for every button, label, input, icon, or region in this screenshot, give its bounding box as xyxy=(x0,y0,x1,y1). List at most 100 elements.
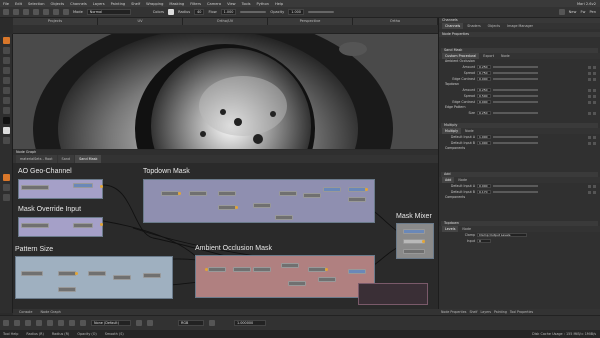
node-geo-channel-out[interactable] xyxy=(73,183,93,188)
tab-ortho-uv[interactable]: Ortho/UV xyxy=(183,18,268,25)
param-value[interactable]: 0.250 xyxy=(477,87,491,93)
menu-masking[interactable]: Masking xyxy=(169,2,184,6)
param-slider[interactable] xyxy=(493,78,538,80)
node-topdown-i[interactable] xyxy=(348,187,366,192)
opacity-slider[interactable] xyxy=(307,11,334,13)
node-topdown-j[interactable] xyxy=(348,197,366,202)
node-graph-minimap[interactable] xyxy=(358,283,428,305)
tab-objects[interactable]: Objects xyxy=(485,23,503,29)
output-port[interactable] xyxy=(100,185,103,188)
tab-perspective[interactable]: Perspective xyxy=(268,18,353,25)
output-port[interactable] xyxy=(422,240,425,243)
node-topdown-h[interactable] xyxy=(323,187,341,192)
menu-shelf[interactable]: Shelf xyxy=(131,2,140,6)
reset-icon[interactable] xyxy=(593,111,596,115)
opacity-field[interactable]: 1.000 xyxy=(288,9,304,15)
reset-icon[interactable] xyxy=(593,94,596,98)
paint-through-tool-icon[interactable] xyxy=(3,57,10,64)
node-topdown-a[interactable] xyxy=(161,191,179,196)
menu-selection[interactable]: Selection xyxy=(28,2,45,6)
tab-multiply[interactable]: Multiply xyxy=(442,128,462,134)
node-mask-input-out[interactable] xyxy=(73,223,93,228)
blur-tool-icon[interactable] xyxy=(3,77,10,84)
keyframe-icon[interactable] xyxy=(588,190,591,194)
foreground-color-icon[interactable] xyxy=(3,117,10,124)
menu-python[interactable]: Python xyxy=(256,2,268,6)
node-pattern-a[interactable] xyxy=(21,271,43,276)
tab-node[interactable]: Node xyxy=(498,53,513,59)
background-color-icon[interactable] xyxy=(3,127,10,134)
param-value[interactable]: 1.000 xyxy=(477,140,491,146)
circle-tool-icon[interactable] xyxy=(69,320,75,326)
zoom-tool-icon[interactable] xyxy=(3,184,10,191)
new-layer-icon[interactable] xyxy=(558,9,565,15)
tab-projects[interactable]: Projects xyxy=(13,18,98,25)
param-slider[interactable] xyxy=(493,185,538,187)
node-pattern-c[interactable] xyxy=(88,271,106,276)
menu-view[interactable]: View xyxy=(227,2,236,6)
param-slider[interactable] xyxy=(493,101,538,103)
node-mask-mixer-out[interactable] xyxy=(403,249,425,254)
keyframe-icon[interactable] xyxy=(588,100,591,104)
node-ao-e[interactable] xyxy=(308,267,326,272)
menu-camera[interactable]: Camera xyxy=(207,2,221,6)
node-mask-input[interactable] xyxy=(21,223,49,228)
tab-image-manager[interactable]: Image Manager xyxy=(504,23,536,29)
param-slider[interactable] xyxy=(493,136,538,138)
tab-uv[interactable]: UV xyxy=(98,18,183,25)
node-pattern-e[interactable] xyxy=(143,273,161,278)
node-graph-tool-icon[interactable] xyxy=(3,174,10,181)
transform-tool-icon[interactable] xyxy=(3,87,10,94)
node-ao-f[interactable] xyxy=(348,269,366,274)
save-icon[interactable] xyxy=(23,9,29,15)
output-port[interactable] xyxy=(75,272,78,275)
node-ao-g[interactable] xyxy=(288,281,306,286)
tab-levels[interactable]: Levels xyxy=(442,226,459,232)
toolbar-right-new[interactable]: New xyxy=(569,10,577,14)
param-slider[interactable] xyxy=(493,112,538,114)
param-value[interactable]: 0.000 xyxy=(477,76,491,82)
output-port[interactable] xyxy=(325,268,328,271)
param-value[interactable]: 0.000 xyxy=(477,99,491,105)
viewport-3d[interactable] xyxy=(13,34,438,149)
backdrop-ambient-occlusion[interactable] xyxy=(195,255,375,298)
eraser-icon[interactable] xyxy=(63,9,69,15)
node-geo-channel[interactable] xyxy=(21,185,49,190)
value-field[interactable]: 1.000000 xyxy=(234,320,266,326)
swap-color-icon[interactable] xyxy=(3,137,10,144)
output-port[interactable] xyxy=(205,268,208,271)
node-ao-c[interactable] xyxy=(253,267,271,272)
tab-sand-mask[interactable]: Sand Mask xyxy=(75,155,102,163)
tab-channels[interactable]: Channels xyxy=(442,23,464,29)
keyframe-icon[interactable] xyxy=(588,94,591,98)
node-pattern-b[interactable] xyxy=(58,271,76,276)
paint-tool-icon[interactable] xyxy=(3,47,10,54)
color-swatch-icon[interactable] xyxy=(168,9,175,15)
toolbar-right-pen[interactable]: Pen xyxy=(589,10,596,14)
menu-layers[interactable]: Layers xyxy=(93,2,105,6)
tab-sand[interactable]: Sand xyxy=(57,155,75,163)
param-value[interactable]: 0.250 xyxy=(477,110,491,116)
tab-ortho[interactable]: Ortho xyxy=(353,18,438,25)
tab-node[interactable]: Node xyxy=(462,128,477,134)
param-value[interactable]: 0.500 xyxy=(477,93,491,99)
node-topdown-c[interactable] xyxy=(218,191,236,196)
node-topdown-f[interactable] xyxy=(279,191,297,196)
node-topdown-b[interactable] xyxy=(189,191,207,196)
eyedropper-tool-icon[interactable] xyxy=(3,107,10,114)
tab-shaders[interactable]: Shaders xyxy=(464,23,483,29)
tab-export[interactable]: Export xyxy=(480,53,497,59)
reset-icon[interactable] xyxy=(593,100,596,104)
lasso-tool-icon[interactable] xyxy=(58,320,64,326)
fill-tool-icon[interactable] xyxy=(3,97,10,104)
select-tool-icon[interactable] xyxy=(3,37,10,44)
output-port[interactable] xyxy=(235,206,238,209)
keyframe-icon[interactable] xyxy=(588,141,591,145)
backdrop-topdown-mask[interactable] xyxy=(143,179,375,223)
node-graph-canvas[interactable]: AO Geo-Channel Topdown Mask Mask Overrid… xyxy=(13,163,438,309)
redo-icon[interactable] xyxy=(43,9,49,15)
param-slider[interactable] xyxy=(493,89,538,91)
keyframe-icon[interactable] xyxy=(588,65,591,69)
menu-painting[interactable]: Painting xyxy=(111,2,125,6)
keyframe-icon[interactable] xyxy=(588,135,591,139)
